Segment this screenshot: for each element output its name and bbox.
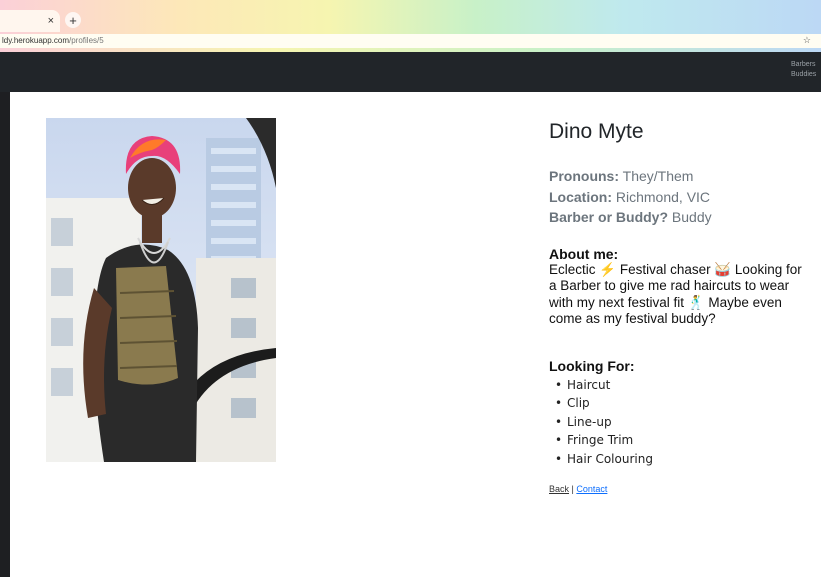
profile-name: Dino Myte (549, 120, 644, 143)
browser-tab-strip: × + (0, 0, 821, 34)
location-label: Location: (549, 188, 612, 205)
looking-for-item: Hair Colouring (549, 450, 809, 469)
url-text[interactable]: ldy.herokuapp.com/profiles/5 (2, 36, 104, 45)
looking-for-item: Clip (549, 394, 809, 413)
nav-link-buddies[interactable]: Buddies (791, 70, 821, 80)
site-navbar: Barbers Buddies (0, 52, 821, 92)
about-text: Eclectic ⚡ Festival chaser 🥁 Looking for… (549, 261, 802, 327)
new-tab-button[interactable]: + (65, 12, 81, 28)
location-row: Location: Richmond, VIC (549, 187, 809, 208)
browser-tab[interactable]: × (0, 10, 60, 32)
profile-page: Dino Myte Pronouns: They/Them Location: … (10, 92, 821, 577)
role-value: Buddy (671, 209, 712, 225)
looking-for-heading: Looking For: (549, 357, 635, 374)
bookmark-star-icon[interactable]: ☆ (803, 35, 811, 46)
nav-link-barbers[interactable]: Barbers (791, 60, 821, 70)
profile-photo (46, 118, 276, 462)
role-row: Barber or Buddy? Buddy (549, 207, 809, 228)
profile-details: Dino Myte Pronouns: They/Them Location: … (549, 120, 809, 494)
back-link[interactable]: Back (549, 484, 569, 494)
looking-for-item: Haircut (549, 376, 809, 395)
profile-links: Back | Contact (549, 484, 809, 494)
location-value: Richmond, VIC (615, 188, 711, 205)
pronouns-value: They/Them (622, 168, 694, 184)
looking-for-list: Haircut Clip Line-up Fringe Trim Hair Co… (549, 376, 809, 469)
contact-link[interactable]: Contact (576, 484, 607, 494)
looking-for-item: Fringe Trim (549, 431, 809, 450)
profile-attributes: Pronouns: They/Them Location: Richmond, … (549, 166, 809, 228)
url-host: ldy.herokuapp.com (2, 36, 69, 45)
about-heading: About me: (549, 245, 619, 262)
looking-for-item: Line-up (549, 413, 809, 432)
pronouns-label: Pronouns: (549, 168, 619, 184)
nav-links: Barbers Buddies (791, 60, 821, 80)
role-label: Barber or Buddy? (549, 209, 669, 225)
address-bar[interactable]: ldy.herokuapp.com/profiles/5 ☆ (0, 34, 821, 48)
pronouns-row: Pronouns: They/Them (549, 166, 809, 187)
profile-photo-illustration (46, 118, 276, 462)
url-path: /profiles/5 (69, 36, 104, 45)
close-tab-icon[interactable]: × (48, 15, 54, 27)
